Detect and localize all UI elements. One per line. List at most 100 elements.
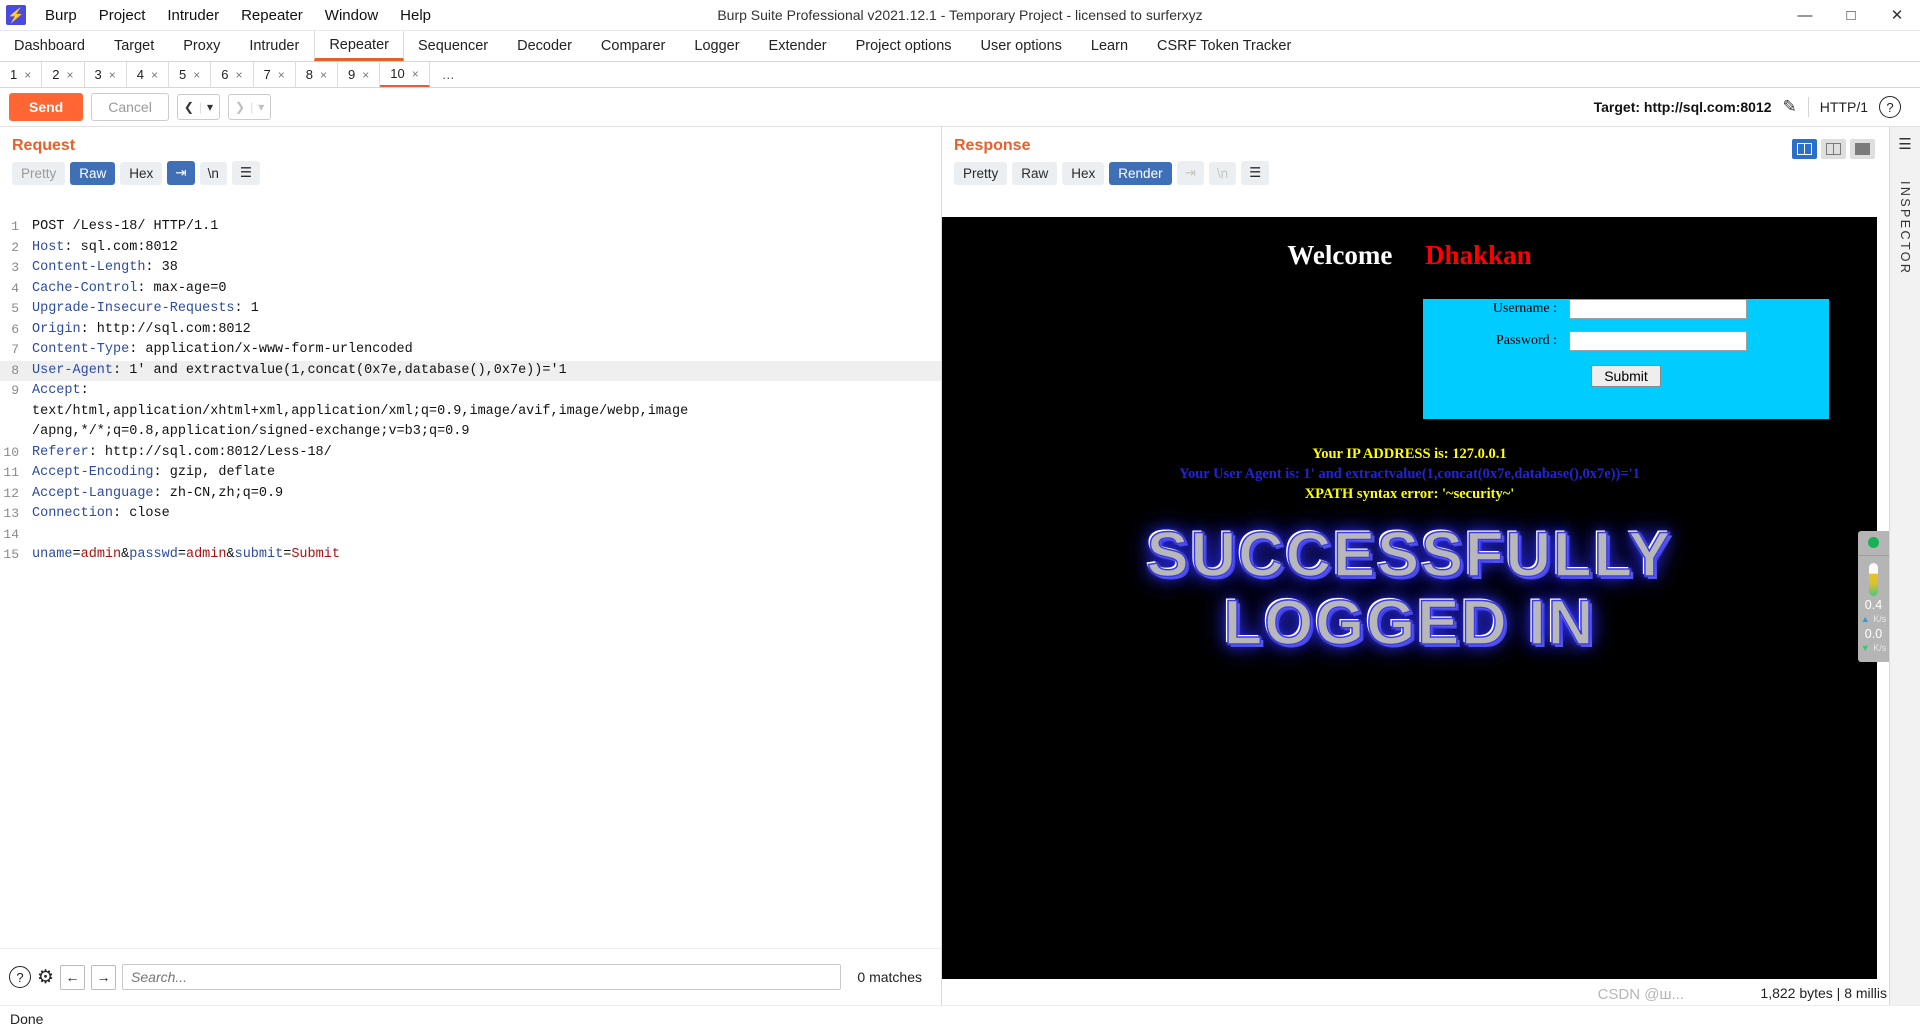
- main-tab-decoder[interactable]: Decoder: [503, 31, 587, 61]
- submit-button[interactable]: Submit: [1591, 365, 1661, 387]
- menu-repeater[interactable]: Repeater: [230, 3, 314, 28]
- repeater-tab-8[interactable]: 8 ×: [296, 62, 338, 87]
- close-icon[interactable]: ×: [362, 68, 369, 82]
- memory-gauge-icon: [1869, 563, 1878, 596]
- close-icon[interactable]: ×: [235, 68, 242, 82]
- pane-drag-handle[interactable]: ⋮: [936, 579, 941, 590]
- code-segment: Content-Type: [32, 342, 130, 357]
- minimize-button[interactable]: —: [1782, 0, 1828, 31]
- main-tab-extender[interactable]: Extender: [755, 31, 842, 61]
- split-horizontal-icon[interactable]: [1821, 139, 1846, 159]
- request-tab-hex[interactable]: Hex: [120, 161, 163, 185]
- hamburger-icon[interactable]: ☰: [1898, 135, 1911, 153]
- search-input[interactable]: [122, 964, 842, 990]
- newline-icon[interactable]: \n: [199, 161, 227, 185]
- pencil-icon[interactable]: ✎: [1783, 97, 1797, 117]
- repeater-tab-10[interactable]: 10 ×: [380, 62, 430, 87]
- repeater-tab-2[interactable]: 2 ×: [42, 62, 85, 87]
- history-back-button[interactable]: ❮ | ▾: [176, 94, 221, 120]
- repeater-tab-5[interactable]: 5 ×: [169, 62, 212, 87]
- question-circle-icon[interactable]: ?: [1879, 96, 1901, 118]
- username-input[interactable]: [1569, 299, 1747, 319]
- inspector-rail[interactable]: ☰ INSPECTOR: [1889, 127, 1920, 1005]
- main-tab-logger[interactable]: Logger: [680, 31, 754, 61]
- request-tab-pretty[interactable]: Pretty: [12, 161, 66, 185]
- menu-project[interactable]: Project: [88, 3, 157, 28]
- hamburger-icon[interactable]: ☰: [1241, 161, 1270, 185]
- line-number: 1: [11, 219, 19, 234]
- code-segment: :: [80, 383, 89, 398]
- request-tab-raw[interactable]: Raw: [70, 161, 116, 185]
- main-tab-project-options[interactable]: Project options: [842, 31, 967, 61]
- response-tab-render[interactable]: Render: [1109, 161, 1172, 185]
- code-segment: Cache-Control: [32, 280, 138, 296]
- repeater-tab-3[interactable]: 3 ×: [85, 62, 127, 87]
- close-icon[interactable]: ×: [412, 67, 419, 81]
- close-icon[interactable]: ×: [278, 68, 285, 82]
- main-tab-learn[interactable]: Learn: [1077, 31, 1143, 61]
- gear-icon[interactable]: ⚙: [37, 966, 54, 989]
- code-segment: : http://sql.com:8012/Less-18/: [88, 444, 332, 460]
- xpath-error-line: XPATH syntax error: '~security~': [1304, 486, 1515, 502]
- success-banner-line-2: LOGGED IN: [1223, 588, 1596, 659]
- main-tab-sequencer[interactable]: Sequencer: [404, 31, 503, 61]
- main-tab-repeater[interactable]: Repeater: [314, 31, 404, 61]
- request-line: 7 Content-Type: application/x-www-form-ur…: [0, 340, 941, 361]
- code-segment: : application/x-www-form-urlencoded: [129, 342, 413, 357]
- maximize-button[interactable]: □: [1828, 0, 1874, 31]
- main-tab-dashboard[interactable]: Dashboard: [0, 31, 100, 61]
- response-view-bar: Pretty Raw Hex Render ⇥ \n ☰: [942, 161, 1889, 192]
- cancel-button[interactable]: Cancel: [91, 93, 169, 121]
- request-editor[interactable]: 1 POST /Less-18/ HTTP/1.1 2 Host: sql.com:8…: [0, 217, 941, 947]
- repeater-tab-1[interactable]: 1 ×: [0, 62, 43, 87]
- close-button[interactable]: ✕: [1874, 0, 1920, 31]
- send-button[interactable]: Send: [9, 93, 84, 121]
- main-tab-csrf-token-tracker[interactable]: CSRF Token Tracker: [1143, 31, 1306, 61]
- request-line: 6 Origin: http://sql.com:8012: [0, 320, 941, 341]
- close-icon[interactable]: ×: [151, 68, 158, 82]
- repeater-tab-overflow[interactable]: …: [430, 62, 467, 87]
- close-icon[interactable]: ×: [109, 68, 116, 82]
- split-vertical-icon[interactable]: [1792, 139, 1817, 159]
- http-version-label[interactable]: HTTP/1: [1820, 99, 1868, 115]
- repeater-content: Request Pretty Raw Hex ⇥ \n ☰ 1 POST /Les…: [0, 127, 1920, 1005]
- main-tab-comparer[interactable]: Comparer: [587, 31, 680, 61]
- word-wrap-icon[interactable]: ⇥: [167, 161, 195, 185]
- close-icon[interactable]: ×: [320, 68, 327, 82]
- chevron-left-icon: ❮: [183, 100, 194, 114]
- question-circle-icon[interactable]: ?: [9, 966, 31, 988]
- response-tab-pretty[interactable]: Pretty: [954, 161, 1008, 185]
- line-number: 11: [3, 465, 19, 480]
- menu-help[interactable]: Help: [389, 3, 442, 28]
- repeater-tab-4[interactable]: 4 ×: [127, 62, 169, 87]
- main-tab-intruder[interactable]: Intruder: [235, 31, 314, 61]
- line-text: /apng,*/*;q=0.8,application/signed-excha…: [26, 422, 469, 443]
- main-tab-user-options[interactable]: User options: [967, 31, 1077, 61]
- repeater-tab-9[interactable]: 9 ×: [338, 62, 381, 87]
- main-tab-proxy[interactable]: Proxy: [169, 31, 235, 61]
- line-number: 6: [11, 321, 19, 337]
- upload-rate-value: 0.4: [1864, 598, 1883, 612]
- close-icon[interactable]: ×: [24, 68, 31, 82]
- repeater-tab-6[interactable]: 6 ×: [211, 62, 254, 87]
- hamburger-icon[interactable]: ☰: [231, 161, 260, 185]
- response-title: Response: [954, 137, 1031, 154]
- menu-burp[interactable]: Burp: [34, 3, 88, 28]
- menu-intruder[interactable]: Intruder: [156, 3, 230, 28]
- password-input[interactable]: [1569, 331, 1747, 351]
- code-segment: /apng,*/*;q=0.8,application/signed-excha…: [32, 424, 470, 439]
- close-icon[interactable]: ×: [193, 68, 200, 82]
- single-pane-icon[interactable]: [1850, 139, 1875, 159]
- response-pane: Response Pretty Raw Hex Render ⇥ \n ☰ We…: [942, 127, 1889, 1005]
- line-text: text/html,application/xhtml+xml,applicat…: [26, 402, 688, 423]
- main-tab-target[interactable]: Target: [100, 31, 169, 61]
- close-icon[interactable]: ×: [66, 68, 73, 82]
- menu-window[interactable]: Window: [314, 3, 389, 28]
- response-tab-hex[interactable]: Hex: [1062, 161, 1105, 185]
- response-tab-raw[interactable]: Raw: [1012, 161, 1058, 185]
- arrow-left-icon[interactable]: ←: [60, 964, 86, 990]
- repeater-tab-7[interactable]: 7 ×: [254, 62, 296, 87]
- history-forward-button[interactable]: ❯ | ▾: [228, 94, 272, 120]
- line-text: Content-Type: application/x-www-form-url…: [26, 340, 413, 361]
- arrow-right-icon[interactable]: →: [91, 964, 117, 990]
